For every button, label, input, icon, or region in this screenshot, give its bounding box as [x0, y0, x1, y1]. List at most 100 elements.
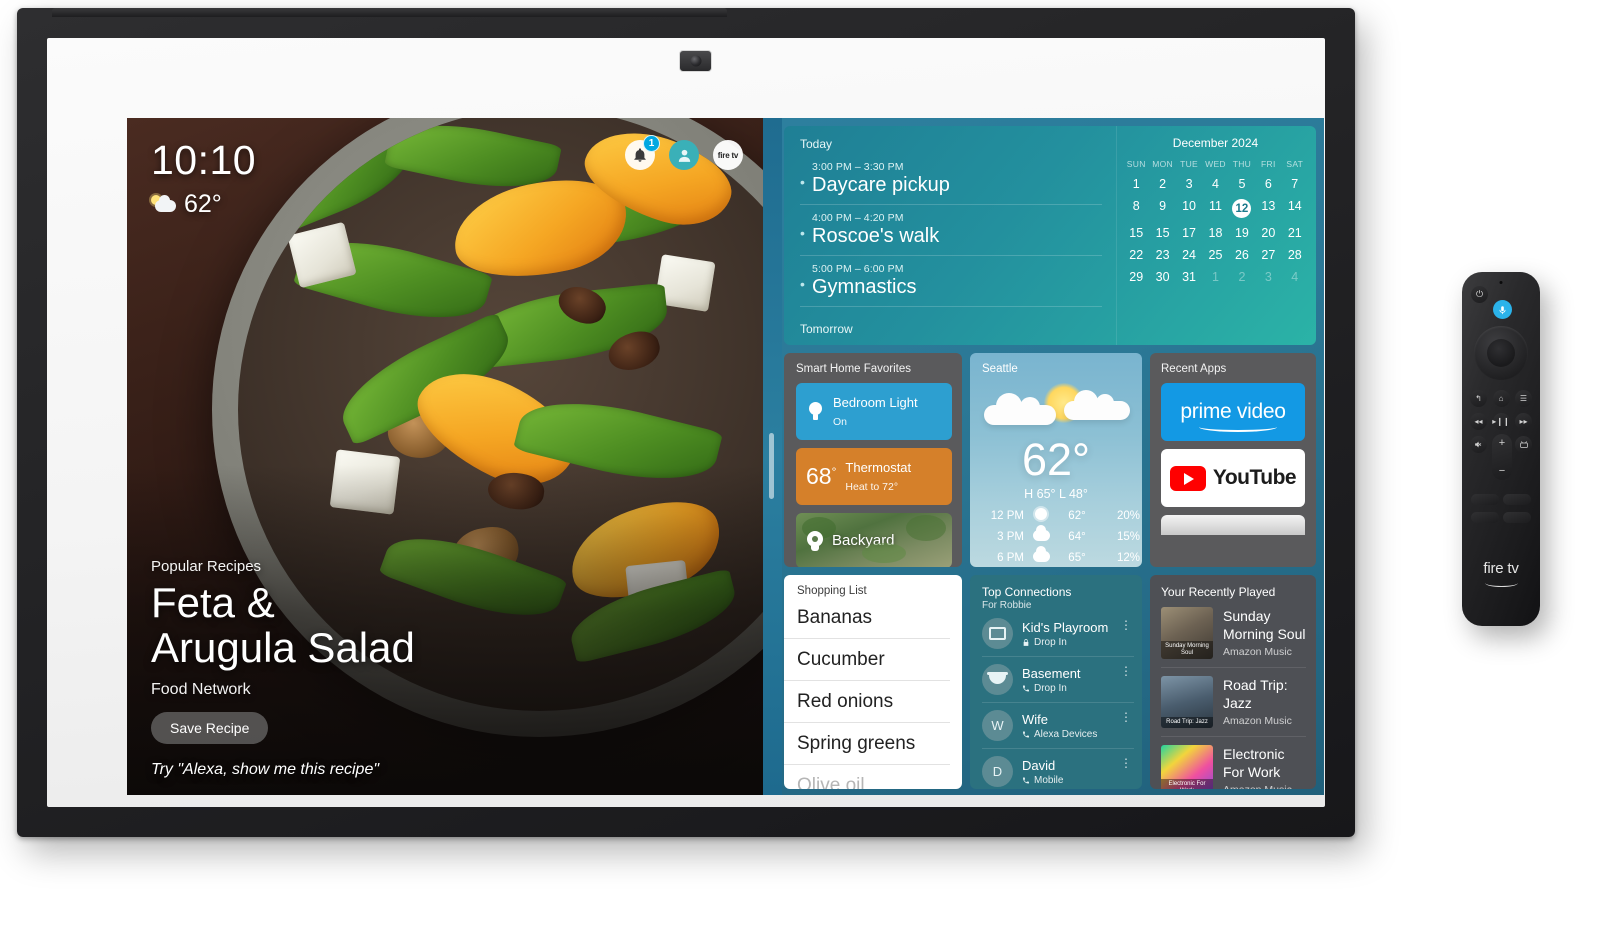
calendar-day[interactable]: 6 [1255, 177, 1281, 191]
app-tile-partial[interactable] [1161, 515, 1305, 535]
fast-forward-button[interactable]: ▸▸ [1515, 413, 1532, 430]
calendar-day[interactable]: 9 [1149, 199, 1175, 218]
calendar-day[interactable]: 31 [1176, 270, 1202, 284]
calendar-day[interactable]: 26 [1229, 248, 1255, 262]
recently-played-widget[interactable]: Your Recently Played Sunday Morning Soul… [1150, 575, 1316, 789]
recently-played-row[interactable]: Sunday Morning Soul Sunday Morning Soul A… [1161, 599, 1306, 668]
connection-row[interactable]: Kid's Playroom Drop In ⋮ [982, 611, 1134, 657]
save-recipe-button[interactable]: Save Recipe [151, 712, 269, 744]
calendar-day[interactable]: 22 [1123, 248, 1149, 262]
bell-icon[interactable]: 1 [625, 135, 660, 170]
smart-home-tile-thermostat[interactable]: 68° Thermostat Heat to 72° [796, 448, 952, 505]
calendar-day[interactable]: 14 [1282, 199, 1308, 218]
clock-temperature: 62° [184, 190, 222, 218]
notification-badge: 1 [643, 135, 660, 152]
smart-home-favorites-widget[interactable]: Smart Home Favorites Bedroom Light On 68… [784, 353, 962, 567]
app-tile-prime-video[interactable]: prime video [1161, 383, 1305, 441]
shopping-list-item[interactable]: Cucumber [784, 639, 950, 681]
calendar-day[interactable]: 25 [1202, 248, 1228, 262]
widget-scrollbar-track[interactable] [763, 118, 782, 795]
calendar-day[interactable]: 13 [1255, 199, 1281, 218]
agenda-event[interactable]: 5:00 PM – 6:00 PM Gymnastics [800, 263, 1102, 307]
connection-overflow-menu-icon[interactable]: ⋮ [1120, 711, 1132, 723]
agenda-event[interactable]: 4:00 PM – 4:20 PM Roscoe's walk [800, 212, 1102, 256]
connection-overflow-menu-icon[interactable]: ⋮ [1120, 757, 1132, 769]
app-shortcut-button-4[interactable] [1503, 512, 1531, 523]
calendar-day[interactable]: 24 [1176, 248, 1202, 262]
calendar-day[interactable]: 10 [1176, 199, 1202, 218]
calendar-day[interactable]: 23 [1149, 248, 1175, 262]
connection-overflow-menu-icon[interactable]: ⋮ [1120, 665, 1132, 677]
app-shortcut-button-3[interactable] [1471, 512, 1499, 523]
play-pause-button[interactable]: ▸❙❙ [1492, 413, 1510, 430]
calendar-day[interactable]: 30 [1149, 270, 1175, 284]
smart-home-tile-bedroom-light[interactable]: Bedroom Light On [796, 383, 952, 440]
calendar-day[interactable]: 18 [1202, 226, 1228, 240]
widget-scrollbar-thumb[interactable] [769, 433, 774, 499]
volume-rocker[interactable]: + − [1492, 434, 1512, 480]
shopping-list-widget[interactable]: Shopping List Bananas Cucumber Red onions S… [784, 575, 962, 789]
mic-button[interactable] [1493, 300, 1512, 319]
menu-button[interactable]: ☰ [1515, 390, 1532, 407]
person-avatar-icon[interactable] [669, 140, 699, 170]
calendar-day[interactable]: 28 [1282, 248, 1308, 262]
calendar-day[interactable]: 12 [1229, 199, 1255, 218]
recently-played-row[interactable]: Electronic For Work ElectronicFor Work A… [1161, 737, 1306, 789]
smart-home-tile-backyard-camera[interactable]: Backyard [796, 513, 952, 567]
shopping-list-item[interactable]: Bananas [784, 597, 950, 639]
device-top-lip [52, 8, 727, 17]
calendar-day[interactable]: 15 [1123, 226, 1149, 240]
calendar-day[interactable]: 21 [1282, 226, 1308, 240]
calendar-widget[interactable]: Today 3:00 PM – 3:30 PM Daycare pickup 4… [784, 126, 1316, 345]
calendar-day[interactable]: 1 [1202, 270, 1228, 284]
mute-button[interactable] [1470, 436, 1487, 453]
calendar-day[interactable]: 19 [1229, 226, 1255, 240]
connection-overflow-menu-icon[interactable]: ⋮ [1120, 619, 1132, 631]
connection-row[interactable]: D David Mobile ⋮ [982, 749, 1134, 789]
dpad-ring[interactable] [1474, 326, 1528, 380]
connection-row[interactable]: W Wife Alexa Devices ⋮ [982, 703, 1134, 749]
agenda-event[interactable]: 3:00 PM – 3:30 PM Daycare pickup [800, 161, 1102, 205]
dpad-select-button[interactable] [1487, 339, 1515, 367]
recipe-photo-pane[interactable]: 10:10 62° 1 fire tv Popular Recipes Feta… [127, 118, 763, 795]
top-connections-widget[interactable]: Top Connections For Robbie Kid's Playroo… [970, 575, 1142, 789]
weather-hourly-row: 6 PM 65° 12% [970, 546, 1142, 565]
calendar-day[interactable]: 4 [1282, 270, 1308, 284]
rewind-button[interactable]: ◂◂ [1470, 413, 1487, 430]
power-button[interactable]: ⏻ [1471, 286, 1488, 303]
calendar-day[interactable]: 15 [1149, 226, 1175, 240]
album-art: Road Trip: Jazz [1161, 676, 1213, 728]
weather-widget[interactable]: Seattle 62° H 65° L 48° 12 PM 62° 20% 3 … [970, 353, 1142, 567]
connection-row[interactable]: Basement Drop In ⋮ [982, 657, 1134, 703]
live-tv-button[interactable] [1515, 436, 1532, 453]
recently-played-name: Road Trip: Jazz [1223, 677, 1288, 711]
back-button[interactable]: ↰ [1470, 390, 1487, 407]
calendar-day[interactable]: 1 [1123, 177, 1149, 191]
firetv-logo-icon[interactable]: fire tv [713, 140, 743, 170]
shopping-list-item[interactable]: Spring greens [784, 723, 950, 765]
calendar-day[interactable]: 8 [1123, 199, 1149, 218]
app-tile-youtube[interactable]: YouTube [1161, 449, 1305, 507]
app-shortcut-button-1[interactable] [1471, 494, 1499, 505]
recent-apps-widget[interactable]: Recent Apps prime video YouTube [1150, 353, 1316, 567]
calendar-day[interactable]: 3 [1255, 270, 1281, 284]
calendar-day[interactable]: 27 [1255, 248, 1281, 262]
calendar-day[interactable]: 4 [1202, 177, 1228, 191]
volume-up-button[interactable]: + [1499, 437, 1505, 449]
calendar-day[interactable]: 17 [1176, 226, 1202, 240]
calendar-day[interactable]: 3 [1176, 177, 1202, 191]
calendar-day[interactable]: 2 [1229, 270, 1255, 284]
calendar-day[interactable]: 29 [1123, 270, 1149, 284]
volume-down-button[interactable]: − [1499, 465, 1505, 477]
recently-played-row[interactable]: Road Trip: Jazz Road Trip: Jazz Amazon M… [1161, 668, 1306, 737]
calendar-day[interactable]: 2 [1149, 177, 1175, 191]
app-shortcut-button-2[interactable] [1503, 494, 1531, 505]
home-button[interactable]: ⌂ [1492, 390, 1510, 407]
shopping-list-item[interactable]: Red onions [784, 681, 950, 723]
calendar-day[interactable]: 20 [1255, 226, 1281, 240]
calendar-day[interactable]: 11 [1202, 199, 1228, 218]
calendar-day[interactable]: 5 [1229, 177, 1255, 191]
month-calendar[interactable]: December 2024 SUN MON TUE WED THU FRI SAT 1 2 3 4 5… [1116, 126, 1316, 345]
calendar-day[interactable]: 7 [1282, 177, 1308, 191]
shopping-list-item[interactable]: Olive oil [784, 765, 950, 789]
